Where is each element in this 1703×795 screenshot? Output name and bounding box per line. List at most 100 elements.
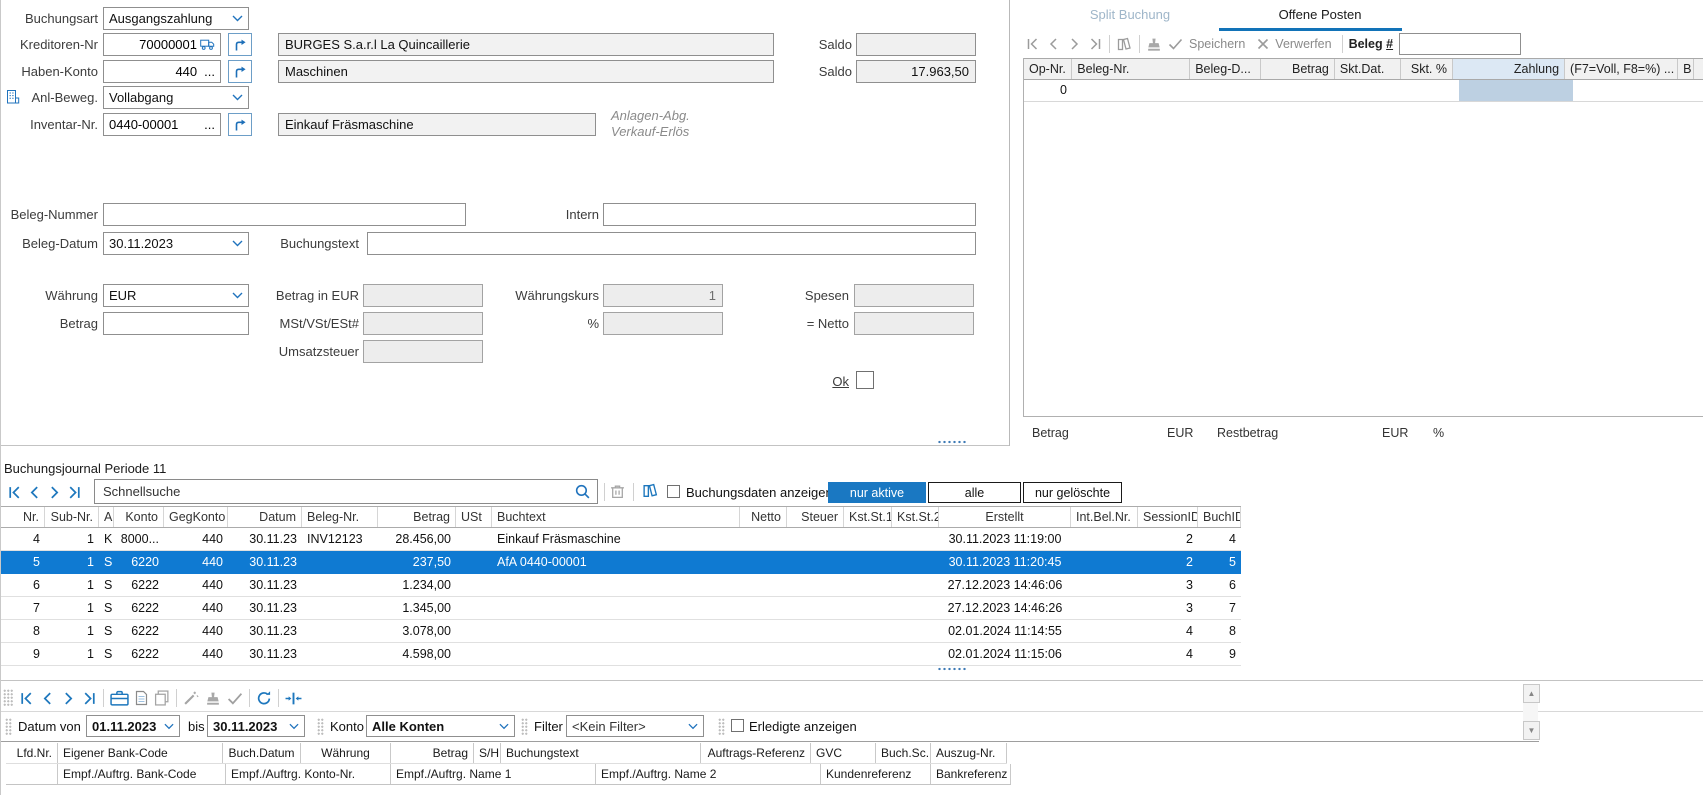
journal-row[interactable]: 81S622244030.11.233.078,0002.01.2024 11:… bbox=[1, 620, 1241, 643]
trash-icon[interactable] bbox=[610, 483, 625, 499]
bank-column-header[interactable]: Empf./Auftrg. Konto-Nr. bbox=[226, 764, 391, 784]
open-items-column-header[interactable]: (F7=Voll, F8=%) ... bbox=[1565, 59, 1678, 79]
bank-column-header[interactable]: GVC bbox=[811, 743, 876, 763]
nav-prev-icon[interactable] bbox=[27, 485, 42, 500]
journal-column-header[interactable]: Nr. bbox=[1, 507, 45, 527]
nav-first-icon[interactable] bbox=[7, 485, 22, 500]
beleg-datum-dropdown[interactable]: 30.11.2023 bbox=[103, 232, 249, 255]
bank-column-header[interactable]: Eigener Bank-Code bbox=[58, 743, 223, 763]
journal-column-header[interactable]: Buchtext bbox=[492, 507, 740, 527]
open-items-cell[interactable] bbox=[1459, 80, 1573, 101]
filter-alle-button[interactable]: alle bbox=[928, 482, 1021, 503]
journal-column-header[interactable]: A bbox=[99, 507, 114, 527]
speichern-button[interactable]: Speichern bbox=[1189, 37, 1245, 51]
haben-konto-jump-button[interactable] bbox=[228, 60, 252, 83]
bank-column-header[interactable]: Empf./Auftrg. Bank-Code bbox=[58, 764, 226, 784]
toolbar-grip[interactable] bbox=[521, 718, 528, 735]
kreditoren-jump-button[interactable] bbox=[228, 33, 252, 56]
open-items-column-header[interactable]: Skt.Dat. bbox=[1335, 59, 1401, 79]
erledigte-checkbox[interactable] bbox=[731, 719, 744, 732]
open-items-cell[interactable] bbox=[1688, 80, 1703, 101]
open-items-column-header[interactable]: B bbox=[1678, 59, 1694, 79]
toolbar-grip[interactable] bbox=[718, 718, 725, 735]
journal-row[interactable]: 51S622044030.11.23237,50AfA 0440-0000130… bbox=[1, 551, 1241, 574]
wand-icon[interactable] bbox=[183, 690, 199, 706]
open-items-cell[interactable]: 0 bbox=[1024, 80, 1073, 101]
betrag-input[interactable] bbox=[103, 312, 249, 335]
filter-nur-aktive-button[interactable]: nur aktive bbox=[828, 482, 926, 503]
journal-column-header[interactable]: Kst.St.2 bbox=[892, 507, 939, 527]
search-input[interactable] bbox=[101, 483, 574, 500]
bank-column-header[interactable] bbox=[6, 764, 58, 784]
nav-prev-icon[interactable] bbox=[40, 691, 55, 706]
check-icon[interactable] bbox=[227, 692, 243, 705]
search-icon[interactable] bbox=[574, 483, 591, 500]
journal-column-header[interactable]: GegKonto bbox=[164, 507, 228, 527]
toolbar-grip[interactable] bbox=[3, 689, 13, 707]
stamp-icon[interactable] bbox=[205, 691, 221, 706]
inventar-input[interactable]: 0440-00001 ... bbox=[103, 113, 221, 136]
open-items-column-header[interactable]: Beleg-Nr. bbox=[1072, 59, 1190, 79]
open-items-column-header[interactable]: Betrag bbox=[1261, 59, 1335, 79]
anl-beweg-dropdown[interactable]: Vollabgang bbox=[103, 86, 249, 109]
bank-column-header[interactable]: Bankreferenz bbox=[931, 764, 1011, 784]
journal-column-header[interactable]: SessionID bbox=[1138, 507, 1198, 527]
journal-column-header[interactable]: Datum bbox=[228, 507, 302, 527]
buchungstext-input[interactable] bbox=[367, 232, 976, 255]
splitter-handle[interactable] bbox=[937, 667, 967, 671]
buchungsdaten-checkbox[interactable] bbox=[667, 485, 680, 498]
book-icon[interactable] bbox=[642, 483, 659, 499]
discard-x-icon[interactable] bbox=[1257, 38, 1269, 50]
stamp-icon[interactable] bbox=[1146, 37, 1162, 52]
bank-column-header[interactable]: Buchungstext bbox=[501, 743, 701, 763]
nav-last-icon[interactable] bbox=[1088, 37, 1103, 51]
bank-column-header[interactable]: Buch.Sc... bbox=[876, 743, 931, 763]
journal-row[interactable]: 91S622244030.11.234.598,0002.01.2024 11:… bbox=[1, 643, 1241, 666]
journal-column-header[interactable]: Erstellt bbox=[939, 507, 1071, 527]
bank-column-header[interactable]: Betrag bbox=[391, 743, 474, 763]
datum-von-dropdown[interactable]: 01.11.2023 bbox=[86, 715, 180, 737]
journal-column-header[interactable]: Sub-Nr. bbox=[45, 507, 99, 527]
ok-checkbox[interactable] bbox=[856, 371, 874, 389]
nav-next-icon[interactable] bbox=[61, 691, 76, 706]
open-items-row[interactable]: 0 bbox=[1024, 80, 1703, 102]
bank-column-header[interactable]: Kundenreferenz bbox=[821, 764, 931, 784]
journal-column-header[interactable]: USt bbox=[456, 507, 492, 527]
nav-prev-icon[interactable] bbox=[1046, 37, 1061, 51]
journal-column-header[interactable]: Beleg-Nr. bbox=[302, 507, 378, 527]
nav-next-icon[interactable] bbox=[47, 485, 62, 500]
splitter-handle[interactable] bbox=[937, 440, 967, 444]
vertical-scrollbar[interactable]: ▲ ▼ bbox=[1523, 684, 1538, 738]
filter-nur-geloeschte-button[interactable]: nur gelöschte bbox=[1023, 482, 1122, 503]
open-items-column-header[interactable]: Beleg-D... bbox=[1190, 59, 1261, 79]
nav-first-icon[interactable] bbox=[19, 691, 34, 706]
nav-last-icon[interactable] bbox=[82, 691, 97, 706]
bank-column-header[interactable]: Empf./Auftrg. Name 1 bbox=[391, 764, 596, 784]
haben-konto-input[interactable]: 440 ... bbox=[103, 60, 221, 83]
tab-split-buchung[interactable]: Split Buchung bbox=[1050, 2, 1210, 28]
journal-row[interactable]: 61S622244030.11.231.234,0027.12.2023 14:… bbox=[1, 574, 1241, 597]
book-icon[interactable] bbox=[1116, 37, 1133, 52]
open-items-cell[interactable] bbox=[1193, 80, 1265, 101]
bank-column-header[interactable]: S/H bbox=[474, 743, 501, 763]
journal-column-header[interactable]: Konto bbox=[114, 507, 164, 527]
journal-column-header[interactable]: Betrag bbox=[378, 507, 456, 527]
open-items-cell[interactable] bbox=[1265, 80, 1340, 101]
journal-column-header[interactable]: Kst.St.1 bbox=[844, 507, 892, 527]
nav-next-icon[interactable] bbox=[1067, 37, 1082, 51]
open-items-cell[interactable] bbox=[1406, 80, 1459, 101]
toolbar-grip[interactable] bbox=[317, 718, 324, 735]
bank-column-header[interactable]: Währung bbox=[301, 743, 391, 763]
journal-row[interactable]: 71S622244030.11.231.345,0027.12.2023 14:… bbox=[1, 597, 1241, 620]
open-items-cell[interactable] bbox=[1573, 80, 1688, 101]
scroll-down-button[interactable]: ▼ bbox=[1523, 721, 1540, 740]
buchungsart-dropdown[interactable]: Ausgangszahlung bbox=[103, 7, 249, 30]
document-icon[interactable] bbox=[135, 690, 148, 706]
toolbar-grip[interactable] bbox=[5, 718, 12, 735]
briefcase-icon[interactable] bbox=[110, 690, 129, 706]
open-items-column-header[interactable]: Skt. % bbox=[1401, 59, 1453, 79]
save-check-icon[interactable] bbox=[1168, 38, 1183, 50]
inventar-jump-button[interactable] bbox=[228, 113, 252, 136]
waehrung-dropdown[interactable]: EUR bbox=[103, 284, 249, 307]
beleg-number-input[interactable] bbox=[1399, 33, 1521, 55]
